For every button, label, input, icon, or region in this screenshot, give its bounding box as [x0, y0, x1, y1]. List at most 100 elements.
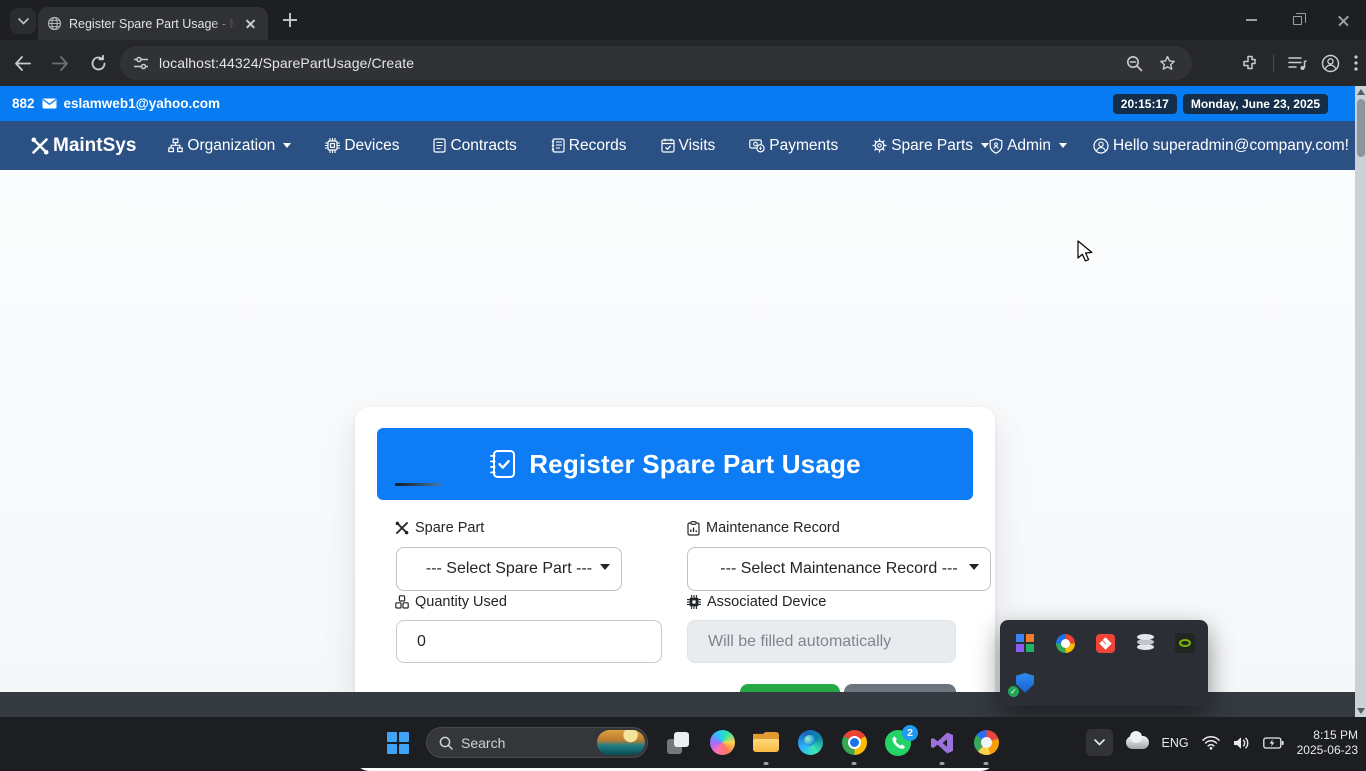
spare-part-label: Spare Part [395, 520, 484, 536]
select-chevron-icon [969, 564, 979, 570]
window-close-button[interactable] [1320, 0, 1366, 40]
caret-down-icon [981, 143, 990, 148]
tray-color-squares-icon[interactable] [1015, 633, 1035, 653]
label-text: Maintenance Record [706, 520, 840, 536]
browser-titlebar: Register Spare Part Usage - Mai [0, 0, 1366, 40]
greeting-label: Hello superadmin@company.com! [1113, 136, 1349, 154]
file-explorer-button[interactable] [744, 719, 788, 767]
site-settings-icon[interactable] [133, 56, 149, 70]
edge-button[interactable] [788, 719, 832, 767]
nav-item-devices[interactable]: Devices [325, 137, 399, 155]
associated-device-label: Associated Device [687, 594, 826, 610]
tray-nvidia-icon[interactable] [1175, 633, 1195, 653]
nav-item-organization[interactable]: Organization [168, 136, 292, 155]
tab-list-chevron-button[interactable] [10, 8, 36, 34]
quantity-input[interactable] [396, 620, 662, 663]
label-text: Associated Device [707, 594, 827, 610]
label-text: Spare Part [415, 520, 485, 536]
associated-device-input: Will be filled automatically [687, 620, 956, 663]
nav-item-visits[interactable]: Visits [660, 136, 716, 155]
tray-red-app-icon[interactable] [1095, 633, 1115, 653]
folder-icon [753, 732, 779, 753]
color-browser-button[interactable] [964, 719, 1008, 767]
visual-studio-icon [931, 732, 953, 753]
zoom-out-icon[interactable] [1126, 55, 1143, 72]
url-text[interactable]: localhost:44324/SparePartUsage/Create [159, 55, 414, 71]
nav-greeting[interactable]: Hello superadmin@company.com! [1093, 137, 1349, 155]
mouse-cursor [1077, 240, 1093, 262]
tray-browser-icon[interactable] [1055, 633, 1075, 653]
media-controls-icon[interactable] [1288, 56, 1307, 71]
nav-item-admin[interactable]: Admin [989, 137, 1067, 155]
nav-label: Organization [187, 136, 276, 154]
nav-label: Spare Parts [891, 136, 974, 154]
chrome-button[interactable] [832, 719, 876, 767]
nav-item-payments[interactable]: Payments [749, 137, 838, 155]
infobar-email[interactable]: eslamweb1@yahoo.com [64, 96, 220, 111]
back-button[interactable] [6, 47, 38, 79]
taskbar-search[interactable]: Search [426, 727, 648, 758]
whatsapp-icon: 2 [885, 724, 918, 756]
nav-item-spare-parts[interactable]: Spare Parts [872, 136, 990, 155]
browser-tab[interactable]: Register Spare Part Usage - Mai [38, 7, 268, 40]
copilot-button[interactable] [700, 719, 744, 767]
window-restore-button[interactable] [1274, 0, 1320, 40]
brand-link[interactable]: MaintSys [30, 135, 136, 157]
nav-label: Payments [769, 136, 839, 154]
edge-icon [797, 730, 823, 755]
spare-part-select[interactable]: --- Select Spare Part --- [396, 547, 622, 591]
visual-studio-button[interactable] [920, 719, 964, 767]
forward-button[interactable] [44, 47, 76, 79]
menu-kebab-icon[interactable] [1354, 55, 1358, 71]
nav-label: Visits [678, 136, 716, 154]
close-icon [1337, 14, 1350, 27]
whatsapp-button[interactable]: 2 [876, 719, 920, 767]
selected-option: --- Select Maintenance Record --- [720, 560, 958, 577]
extensions-icon[interactable] [1241, 54, 1259, 72]
taskbar-clock[interactable]: 8:15 PM 2025-06-23 [1297, 728, 1358, 758]
tray-expand-button[interactable] [1085, 729, 1113, 756]
volume-icon[interactable] [1233, 736, 1250, 750]
task-view-button[interactable] [656, 719, 700, 767]
new-tab-button[interactable] [281, 11, 299, 29]
profile-avatar-icon[interactable] [1321, 54, 1340, 73]
tab-close-icon[interactable] [243, 16, 259, 32]
scrollbar-thumb[interactable] [1356, 99, 1365, 157]
nav-item-records[interactable]: Records [551, 137, 627, 155]
journal-check-icon [490, 450, 516, 478]
search-highlight-image[interactable] [597, 730, 645, 755]
search-placeholder: Search [461, 734, 506, 751]
chrome-icon [841, 730, 867, 755]
onedrive-icon[interactable] [1125, 731, 1149, 749]
window-minimize-button[interactable] [1228, 0, 1274, 40]
card-title: Register Spare Part Usage [529, 448, 861, 479]
sitemap-icon [168, 138, 184, 153]
scroll-up-arrow[interactable] [1356, 89, 1365, 95]
search-icon [439, 736, 453, 750]
reload-button[interactable] [82, 47, 114, 79]
cpu-icon [325, 138, 341, 153]
language-indicator[interactable]: ENG [1162, 736, 1189, 750]
clock-time: 8:15 PM [1313, 727, 1358, 742]
header-accent-dash [395, 483, 441, 486]
scroll-down-arrow[interactable] [1356, 708, 1365, 714]
quantity-used-label: Quantity Used [395, 594, 507, 610]
nav-item-contracts[interactable]: Contracts [433, 136, 517, 155]
page-scrollbar[interactable] [1355, 86, 1366, 717]
system-tray-flyout [1000, 620, 1208, 706]
battery-icon[interactable] [1262, 736, 1284, 749]
page-background: Register Spare Part Usage Spare Part ---… [0, 170, 1366, 771]
nav-label: Contracts [450, 136, 517, 154]
maintenance-record-select[interactable]: --- Select Maintenance Record --- [687, 547, 991, 591]
brand-label: MaintSys [53, 134, 137, 156]
tray-coin-stack-icon[interactable] [1135, 633, 1155, 653]
task-view-icon [667, 731, 689, 754]
wifi-icon[interactable] [1201, 735, 1220, 750]
date-badge: Monday, June 23, 2025 [1182, 93, 1328, 114]
bookmark-star-icon[interactable] [1159, 55, 1176, 72]
address-bar[interactable]: localhost:44324/SparePartUsage/Create [120, 46, 1192, 80]
label-text: Quantity Used [415, 594, 507, 610]
nav-label: Devices [344, 136, 400, 154]
start-button[interactable] [378, 723, 418, 763]
cpu-fill-icon [687, 595, 701, 609]
